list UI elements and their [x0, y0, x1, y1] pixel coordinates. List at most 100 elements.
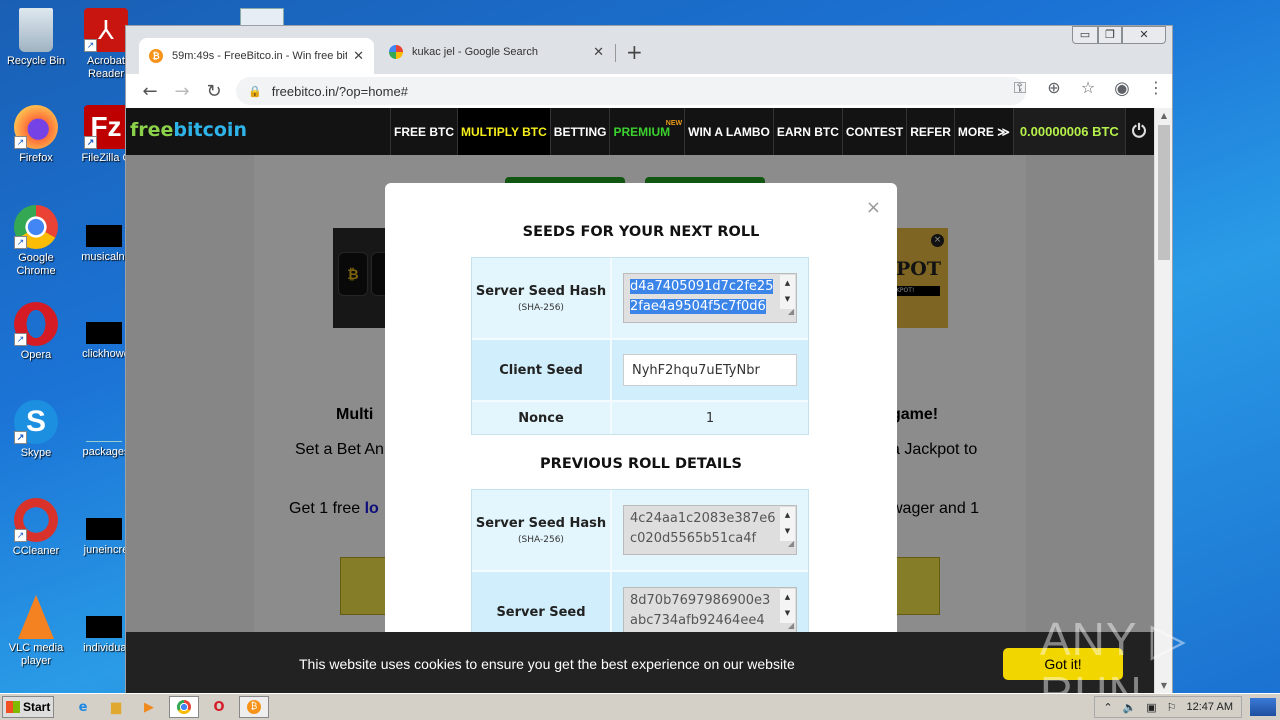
desktop-icon-opera[interactable]: ↗ Opera [0, 302, 72, 362]
nav-premium[interactable]: PREMIUM NEW [609, 108, 684, 155]
close-tab-icon[interactable]: ✕ [353, 48, 364, 64]
chrome-icon: ↗ [14, 205, 58, 249]
skype-icon: S ↗ [14, 400, 58, 444]
chrome-icon[interactable] [169, 696, 199, 718]
nav-win-a-lambo[interactable]: WIN A LAMBO [684, 108, 773, 155]
windows-logo-icon [6, 701, 20, 713]
cookie-message: This website uses cookies to ensure you … [299, 656, 795, 672]
show-desktop-button[interactable] [1250, 698, 1276, 716]
back-button[interactable]: ← [134, 81, 166, 102]
bitcoin-icon: ₿ [149, 49, 163, 63]
table-row: Server Seed Hash (SHA-256) 4c24aa1c2083e… [472, 490, 808, 572]
media-player-icon[interactable]: ▶ [136, 696, 162, 718]
ccleaner-icon: ↗ [14, 498, 58, 542]
filezilla-icon: Fz ↗ [84, 105, 128, 149]
desktop-icon-skype[interactable]: S ↗ Skype [0, 400, 72, 460]
desktop-icon-ccleaner[interactable]: ↗ CCleaner [0, 498, 72, 558]
balance-display: 0.00000006 BTC [1012, 108, 1125, 155]
table-row: Client Seed NyhF2hqu7uETyNbr [472, 340, 808, 402]
redacted-file-icon [86, 225, 122, 247]
toolbar-icons: ⚿ ⊕ ☆ ◉ ⋮ [1010, 78, 1166, 99]
page-viewport: freebitcoin FREE BTC MULTIPLY BTC BETTIN… [126, 108, 1154, 694]
nonce-value: 1 [705, 410, 715, 426]
google-icon [389, 45, 403, 59]
previous-server-seed-hash-field[interactable]: 4c24aa1c2083e387e6c020d5565b51ca4f ▲ ▼ ◢ [623, 505, 797, 555]
desktop-icon-firefox[interactable]: ↗ Firefox [0, 105, 72, 165]
scroll-thumb[interactable] [1158, 125, 1170, 260]
desktop-icon-vlc[interactable]: VLC media player [0, 595, 72, 668]
zoom-icon[interactable]: ⊕ [1044, 78, 1064, 99]
next-roll-title: SEEDS FOR YOUR NEXT ROLL [522, 224, 760, 240]
nav-earn-btc[interactable]: EARN BTC [772, 108, 842, 155]
previous-roll-table: Server Seed Hash (SHA-256) 4c24aa1c2083e… [471, 489, 809, 653]
cookie-banner: This website uses cookies to ensure you … [126, 632, 1154, 694]
start-button[interactable]: Start [2, 696, 54, 718]
tray-expand-icon[interactable]: ⌃ [1103, 701, 1112, 714]
desktop-icon-chrome[interactable]: ↗ Google Chrome [0, 205, 72, 278]
nav-more[interactable]: MORE ≫ [953, 108, 1013, 155]
vlc-icon [18, 595, 54, 639]
profile-icon[interactable]: ◉ [1112, 78, 1132, 99]
taskbar: Start e ▆ ▶ O ₿ ⌃ 🔈 ▣ ⚐ 12:47 AM [0, 693, 1280, 720]
tab-strip: ₿ 59m:49s - FreeBitco.in - Win free bit … [126, 26, 1172, 74]
nav-refer[interactable]: REFER [906, 108, 954, 155]
next-roll-table: Server Seed Hash (SHA-256) d4a7405091d7c… [471, 257, 809, 435]
explorer-icon[interactable]: ▆ [103, 696, 129, 718]
desktop-icon-recycle-bin[interactable]: Recycle Bin [0, 8, 72, 68]
clock[interactable]: 12:47 AM [1187, 701, 1233, 713]
nav-free-btc[interactable]: FREE BTC [390, 108, 457, 155]
tab-freebitco[interactable]: ₿ 59m:49s - FreeBitco.in - Win free bit … [139, 38, 374, 74]
file-icon [86, 420, 122, 442]
browser-window: ₿ 59m:49s - FreeBitco.in - Win free bit … [125, 25, 1173, 694]
page-scrollbar[interactable]: ▲ ▼ [1154, 108, 1172, 694]
lock-icon: 🔒 [248, 85, 262, 98]
redacted-file-icon [86, 616, 122, 638]
nav-multiply-btc[interactable]: MULTIPLY BTC [457, 108, 550, 155]
maximize-button[interactable]: ❐ [1098, 26, 1122, 44]
network-icon[interactable]: ▣ [1146, 701, 1156, 714]
tab-google-search[interactable]: kukac jel - Google Search ✕ [379, 38, 614, 66]
new-tab-button[interactable]: + [626, 40, 643, 64]
url-text[interactable]: freebitco.in/?op=home# [272, 84, 408, 99]
tab-separator [615, 44, 616, 62]
table-row: Server Seed Hash (SHA-256) d4a7405091d7c… [472, 258, 808, 340]
recycle-bin-icon [19, 8, 53, 52]
minimize-button[interactable]: ▭ [1072, 26, 1098, 44]
reload-button[interactable]: ↻ [198, 81, 230, 102]
forward-button[interactable]: → [166, 81, 198, 102]
modal-close-button[interactable]: × [866, 197, 881, 218]
site-nav: freebitcoin FREE BTC MULTIPLY BTC BETTIN… [126, 108, 1154, 155]
opera-icon[interactable]: O [206, 696, 232, 718]
bitcoin-icon[interactable]: ₿ [239, 696, 269, 718]
acrobat-icon: ⅄ ↗ [84, 8, 128, 52]
nav-betting[interactable]: BETTING [549, 108, 610, 155]
menu-icon[interactable]: ⋮ [1146, 78, 1166, 99]
star-icon[interactable]: ☆ [1078, 78, 1098, 99]
close-tab-icon[interactable]: ✕ [593, 44, 604, 60]
key-icon[interactable]: ⚿ [1010, 78, 1030, 99]
resize-handle[interactable]: ◢ [788, 302, 794, 322]
new-badge: NEW [665, 120, 683, 127]
nav-menu: FREE BTC MULTIPLY BTC BETTING PREMIUM NEW… [390, 108, 1152, 155]
nav-contest[interactable]: CONTEST [841, 108, 906, 155]
next-server-seed-hash-field[interactable]: d4a7405091d7c2fe252fae4a9504f5c7f0d6 ▲ ▼ … [623, 273, 797, 323]
redacted-file-icon [86, 322, 122, 344]
resize-handle[interactable]: ◢ [788, 534, 794, 554]
scroll-up-arrow[interactable]: ▲ [1155, 108, 1173, 124]
client-seed-input[interactable]: NyhF2hqu7uETyNbr [623, 354, 797, 386]
table-row: Nonce 1 [472, 402, 808, 434]
action-center-flag-icon[interactable]: ⚐ [1167, 701, 1177, 714]
volume-icon[interactable]: 🔈 [1123, 701, 1137, 714]
redacted-file-icon [86, 518, 122, 540]
opera-icon: ↗ [14, 302, 58, 346]
close-window-button[interactable]: ✕ [1122, 26, 1166, 44]
logout-power-icon[interactable]: ⏻ [1124, 108, 1152, 155]
previous-server-seed-field[interactable]: 8d70b7697986900e3abc734afb92464ee4 ▲ ▼ ◢ [623, 587, 797, 637]
system-tray: ⌃ 🔈 ▣ ⚐ 12:47 AM [1094, 696, 1242, 718]
browser-toolbar: ← → ↻ 🔒 freebitco.in/?op=home# ⚿ ⊕ ☆ ◉ ⋮ [126, 74, 1172, 108]
address-bar[interactable]: 🔒 freebitco.in/?op=home# [236, 77, 1026, 105]
previous-roll-title: PREVIOUS ROLL DETAILS [540, 456, 742, 472]
site-logo[interactable]: freebitcoin [130, 119, 247, 141]
ie-icon[interactable]: e [70, 696, 96, 718]
document-icon[interactable] [240, 8, 284, 26]
